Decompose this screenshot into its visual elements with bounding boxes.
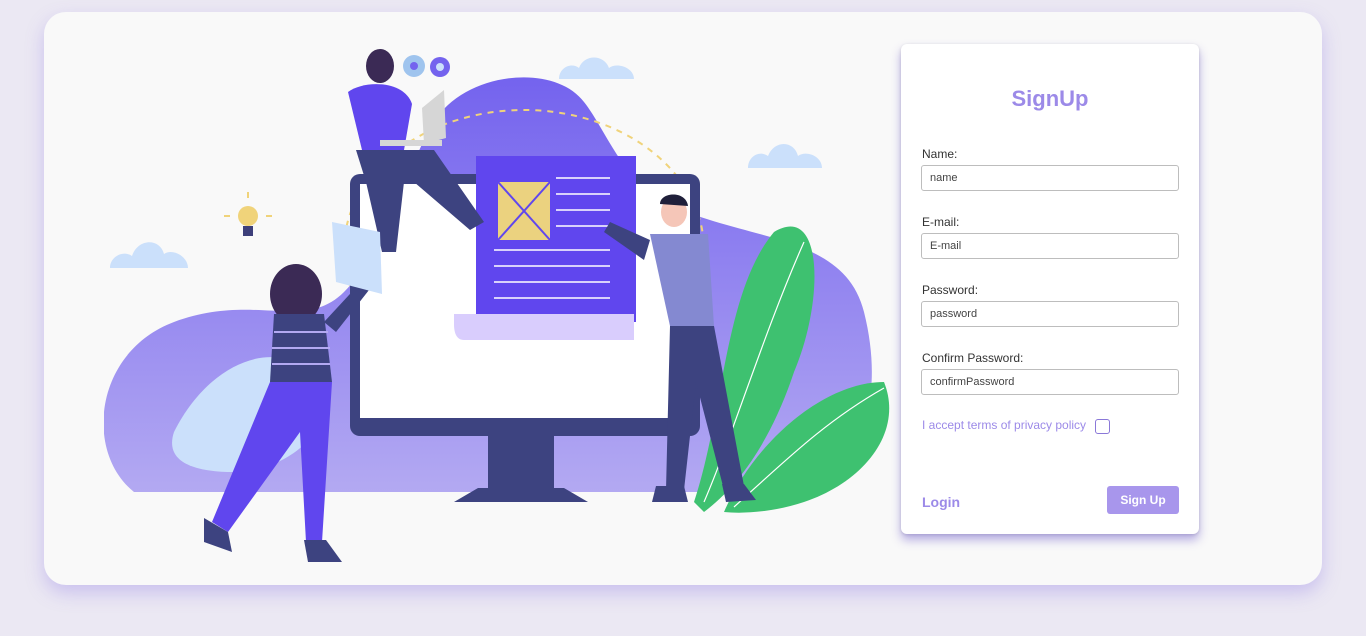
email-label: E-mail: [922, 215, 960, 229]
email-input[interactable] [921, 233, 1179, 259]
name-input[interactable] [921, 165, 1179, 191]
confirm-password-label: Confirm Password: [922, 351, 1024, 365]
signup-card: SignUp Name: E-mail: Password: Confirm P… [901, 44, 1199, 534]
main-container: SignUp Name: E-mail: Password: Confirm P… [44, 12, 1322, 585]
password-label: Password: [922, 283, 979, 297]
signup-illustration [104, 49, 890, 562]
cloud-icon [748, 144, 822, 168]
gear-icon [403, 55, 450, 77]
monitor-stand [488, 436, 554, 492]
confirm-password-input[interactable] [921, 369, 1179, 395]
login-link[interactable]: Login [922, 494, 960, 510]
lightbulb-icon [224, 192, 272, 236]
signup-button[interactable]: Sign Up [1107, 486, 1179, 514]
cloud-icon [110, 242, 188, 268]
terms-label: I accept terms of privacy policy [922, 418, 1087, 432]
terms-checkbox[interactable] [1095, 419, 1110, 434]
signup-title: SignUp [1011, 86, 1089, 111]
password-input[interactable] [921, 301, 1179, 327]
document-curl [454, 314, 634, 340]
name-label: Name: [922, 147, 958, 161]
cloud-icon [559, 57, 634, 79]
